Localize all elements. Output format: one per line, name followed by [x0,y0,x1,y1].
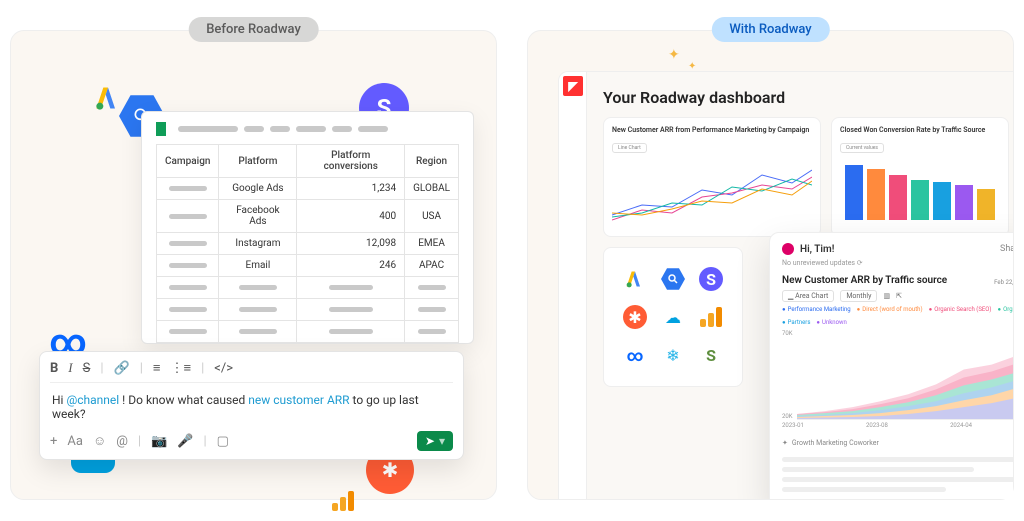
with-badge: With Roadway [711,17,829,42]
col-platform: Platform [219,145,297,178]
chart-card-lines[interactable]: New Customer ARR from Performance Market… [603,117,821,237]
sparkle-icon: ✦ [668,47,680,63]
editor-toolbar: B I S | 🔗 | ≡ ⋮≡ | </> [50,360,453,383]
chart-type-chip[interactable]: ▁ Area Chart [782,290,834,302]
table-row: Google Ads1,234GLOBAL [157,178,459,200]
big-chart-title: New Customer ARR by Traffic source [782,275,947,286]
col-region: Region [405,145,459,178]
avatar [782,243,794,255]
bold-icon[interactable]: B [50,361,58,376]
bigquery-icon [658,264,688,294]
insight-card[interactable]: Hi, Tim! Share ⚙ ⋯ No unreviewed updates… [769,232,1013,499]
spreadsheet-table: Campaign Platform Platform conversions R… [156,144,459,343]
with-panel: With Roadway ✦ ✦ ◤ Your Roadway dashboar… [527,30,1014,500]
status-text: No unreviewed updates ⟳ [782,259,1013,267]
inline-link: new customer ARR [248,393,349,407]
stripe-icon: S [696,264,726,294]
snowflake-icon: ❄ [658,340,688,370]
table-row: Email246APAC [157,255,459,277]
editor-text[interactable]: Hi @channel ! Do know what caused new cu… [50,383,453,431]
bullet-list-icon[interactable]: ⋮≡ [171,360,192,376]
share-button[interactable]: Share [1000,244,1013,254]
legend: Performance Marketing Direct (word of mo… [782,306,1013,326]
code-icon[interactable]: </> [214,361,233,376]
add-icon[interactable]: + [50,434,57,449]
roadway-app: ◤ Your Roadway dashboard New Customer AR… [558,71,1013,499]
send-button[interactable]: ➤ ▾ [417,431,453,451]
meta-icon: ∞ [620,340,650,370]
integrations-card[interactable]: S ✱ ☁ ∞ ❄ S [603,247,743,387]
chart-date: Feb 22, 4:38 PM [994,279,1013,286]
at-icon[interactable]: @ [116,434,128,449]
y-axis-top: 70K [782,330,793,337]
spreadsheet-card: Campaign Platform Platform conversions R… [141,111,474,344]
google-analytics-icon [323,481,363,521]
bar-icon[interactable]: ▥ [883,292,890,300]
dashboard-title: Your Roadway dashboard [603,88,997,107]
link-icon[interactable]: 🔗 [114,361,130,376]
skeleton-text [782,457,1013,492]
area-chart [797,330,1013,420]
before-panel: Before Roadway S ∞ salesforce ✱ [10,30,497,500]
ordered-list-icon[interactable]: ≡ [153,360,161,376]
chart1-title: New Customer ARR from Performance Market… [612,126,812,134]
expand-icon[interactable]: ⇱ [896,292,902,300]
message-editor[interactable]: B I S | 🔗 | ≡ ⋮≡ | </> Hi @channel ! Do … [39,351,464,460]
shopify-icon: S [696,340,726,370]
line-chart [612,155,812,225]
roadway-logo-icon: ◤ [563,76,583,96]
table-row: Instagram12,098EMEA [157,233,459,255]
sparkle-icon: ✦ [782,439,788,447]
mention: @channel [66,393,119,407]
time-chip[interactable]: Monthly [840,290,877,302]
mic-icon[interactable]: 🎤 [177,434,193,449]
table-row [157,299,459,321]
y-axis-bot: 20K [782,413,793,420]
bar-chart [840,155,1000,225]
text-format-icon[interactable]: Aa [67,434,83,449]
greeting: Hi, Tim! [800,244,834,255]
chart-card-bars[interactable]: Closed Won Conversion Rate by Traffic So… [831,117,1009,237]
col-campaign: Campaign [157,145,219,178]
camera-icon[interactable]: 📷 [151,434,167,449]
chart2-title: Closed Won Conversion Rate by Traffic So… [840,126,1000,134]
salesforce-icon: ☁ [658,302,688,332]
italic-icon[interactable]: I [68,360,72,376]
sheets-icon [156,122,166,136]
google-ads-icon [620,264,650,294]
col-conversions: Platform conversions [297,145,405,178]
strike-icon[interactable]: S [83,361,91,376]
shortcut-icon[interactable]: ▢ [217,434,229,449]
hubspot-icon: ✱ [620,302,650,332]
coworker-label: Growth Marketing Coworker [792,439,879,447]
x-axis: 2023-01 2023-08 2024-04 2024-08 [782,422,1013,429]
emoji-icon[interactable]: ☺ [93,433,106,449]
table-row [157,277,459,299]
table-row [157,321,459,343]
before-badge: Before Roadway [188,17,319,42]
table-row: Facebook Ads400USA [157,200,459,233]
google-analytics-icon [696,302,726,332]
app-sidebar: ◤ [559,72,587,499]
